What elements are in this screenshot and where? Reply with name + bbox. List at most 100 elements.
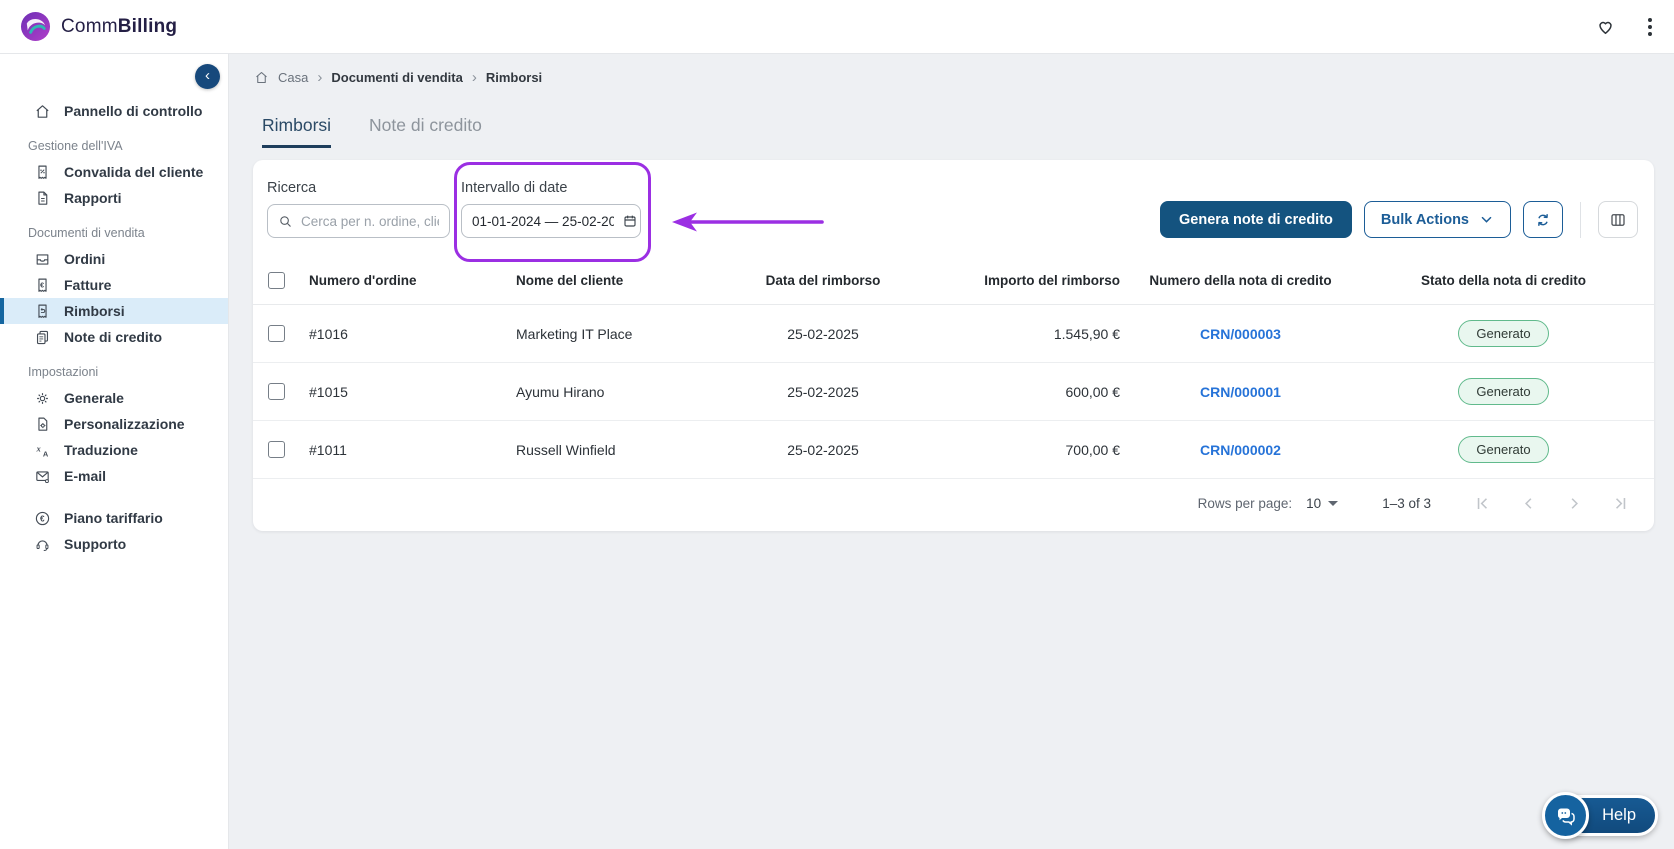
credit-note-link[interactable]: CRN/000002 (1200, 442, 1281, 458)
bulk-actions-label: Bulk Actions (1380, 211, 1469, 228)
cell-refund-date: 25-02-2025 (708, 420, 938, 479)
breadcrumb-section[interactable]: Documenti di vendita (331, 70, 462, 85)
refunds-card: Ricerca Intervallo di date Gener (253, 160, 1654, 531)
last-page-icon[interactable] (1611, 494, 1630, 513)
toolbar-divider (1580, 201, 1581, 238)
columns-button[interactable] (1598, 201, 1638, 238)
column-header-order-number: Numero d'ordine (301, 264, 508, 305)
sidebar-item-invoices[interactable]: Fatture (0, 272, 228, 298)
brand-logo-icon (20, 11, 51, 42)
chevron-right-icon: › (471, 69, 477, 86)
date-range-input[interactable] (472, 213, 614, 229)
euro-circle-icon (34, 510, 51, 527)
column-header-refund-amount: Importo del rimborso (938, 264, 1128, 305)
row-checkbox[interactable] (268, 441, 285, 458)
cell-refund-date: 25-02-2025 (708, 362, 938, 421)
refresh-icon (1534, 211, 1552, 229)
credit-note-link[interactable]: CRN/000003 (1200, 326, 1281, 342)
columns-icon (1609, 211, 1627, 229)
sidebar-item-label: Piano tariffario (64, 510, 163, 526)
credit-note-link[interactable]: CRN/000001 (1200, 384, 1281, 400)
cell-customer-name: Marketing IT Place (508, 304, 708, 363)
sidebar-item-label: Fatture (64, 277, 112, 293)
annotation-arrow (672, 212, 824, 232)
sidebar-item-general[interactable]: Generale (0, 385, 228, 411)
sidebar-item-refunds[interactable]: Rimborsi (0, 298, 228, 324)
sidebar-item-label: E-mail (64, 468, 107, 484)
next-page-icon[interactable] (1565, 494, 1584, 513)
date-range-input-box[interactable] (461, 204, 641, 238)
cell-customer-name: Ayumu Hirano (508, 362, 708, 421)
select-all-checkbox[interactable] (268, 272, 285, 289)
cell-order-number: #1015 (301, 362, 508, 421)
refresh-button[interactable] (1523, 201, 1563, 238)
sidebar-item-pricing-plan[interactable]: Piano tariffario (0, 505, 228, 531)
receipt-euro-icon (34, 277, 51, 294)
search-filter: Ricerca (267, 180, 450, 238)
sidebar-collapse-button[interactable]: ‹ (195, 64, 220, 89)
date-range-label: Intervallo di date (461, 180, 568, 196)
tab-credit-notes[interactable]: Note di credito (369, 115, 482, 148)
status-badge: Generato (1458, 320, 1549, 347)
inbox-icon (34, 251, 51, 268)
column-header-credit-note-status: Stato della nota di credito (1353, 264, 1654, 305)
sidebar-item-orders[interactable]: Ordini (0, 246, 228, 272)
sidebar-item-credit-notes[interactable]: Note di credito (0, 324, 228, 350)
breadcrumb-home[interactable]: Casa (278, 70, 308, 85)
sidebar-item-reports[interactable]: Rapporti (0, 185, 228, 211)
table-header-row: Numero d'ordine Nome del cliente Data de… (253, 264, 1654, 305)
status-badge: Generato (1458, 436, 1549, 463)
toolbar-actions: Genera note di credito Bulk Actions (1160, 201, 1638, 238)
rows-per-page-select[interactable]: 10 (1306, 496, 1339, 511)
table-row: #1016 Marketing IT Place 25-02-2025 1.54… (253, 304, 1654, 363)
refunds-table: Numero d'ordine Nome del cliente Data de… (253, 264, 1654, 479)
row-checkbox[interactable] (268, 383, 285, 400)
cell-order-number: #1016 (301, 304, 508, 363)
breadcrumb-current: Rimborsi (485, 70, 543, 85)
top-bar: CommBilling (0, 0, 1674, 54)
search-input[interactable] (301, 213, 439, 229)
chevron-down-icon (1479, 212, 1494, 227)
breadcrumb: Casa › Documenti di vendita › Rimborsi (229, 54, 1674, 85)
generate-credit-notes-button[interactable]: Genera note di credito (1160, 201, 1352, 238)
sidebar-item-support[interactable]: Supporto (0, 531, 228, 557)
document-gear-icon (34, 416, 51, 433)
translate-icon (34, 442, 51, 459)
sidebar-item-label: Supporto (64, 536, 127, 552)
first-page-icon[interactable] (1473, 494, 1492, 513)
home-icon (254, 70, 269, 85)
sidebar-item-label: Rapporti (64, 190, 122, 206)
rows-per-page-value: 10 (1306, 496, 1322, 511)
cell-refund-amount: 700,00 € (938, 420, 1128, 479)
cell-order-number: #1011 (301, 420, 508, 479)
sidebar-item-label: Traduzione (64, 442, 138, 458)
cell-refund-amount: 600,00 € (938, 362, 1128, 421)
table-row: #1015 Ayumu Hirano 25-02-2025 600,00 € C… (253, 362, 1654, 421)
receipt-check-icon (34, 164, 51, 181)
calendar-icon (622, 213, 638, 229)
cell-refund-amount: 1.545,90 € (938, 304, 1128, 363)
sidebar-section-vat: Gestione dell'IVA (28, 139, 123, 153)
sidebar-item-customization[interactable]: Personalizzazione (0, 411, 228, 437)
previous-page-icon[interactable] (1519, 494, 1538, 513)
sidebar-item-customer-validation[interactable]: Convalida del cliente (0, 159, 228, 185)
sidebar-item-label: Generale (64, 390, 124, 406)
help-chat-icon (1542, 792, 1590, 839)
kebab-menu-icon[interactable] (1644, 14, 1656, 40)
row-checkbox[interactable] (268, 325, 285, 342)
sidebar-section-sales-documents: Documenti di vendita (28, 226, 145, 240)
sidebar-item-dashboard[interactable]: Pannello di controllo (0, 98, 228, 124)
search-icon (278, 214, 293, 229)
sidebar-item-email[interactable]: E-mail (0, 463, 228, 489)
sidebar-item-label: Rimborsi (64, 303, 125, 319)
favorites-heart-icon[interactable] (1595, 16, 1616, 37)
search-label: Ricerca (267, 180, 317, 196)
help-button[interactable]: Help (1542, 792, 1658, 839)
bulk-actions-button[interactable]: Bulk Actions (1363, 201, 1511, 238)
sidebar-item-translation[interactable]: Traduzione (0, 437, 228, 463)
tab-refunds[interactable]: Rimborsi (262, 115, 332, 148)
receipt-return-icon (34, 303, 51, 320)
sidebar: ‹ Pannello di controllo Gestione dell'IV… (0, 54, 229, 849)
status-badge: Generato (1458, 378, 1549, 405)
sidebar-item-label: Convalida del cliente (64, 164, 204, 180)
